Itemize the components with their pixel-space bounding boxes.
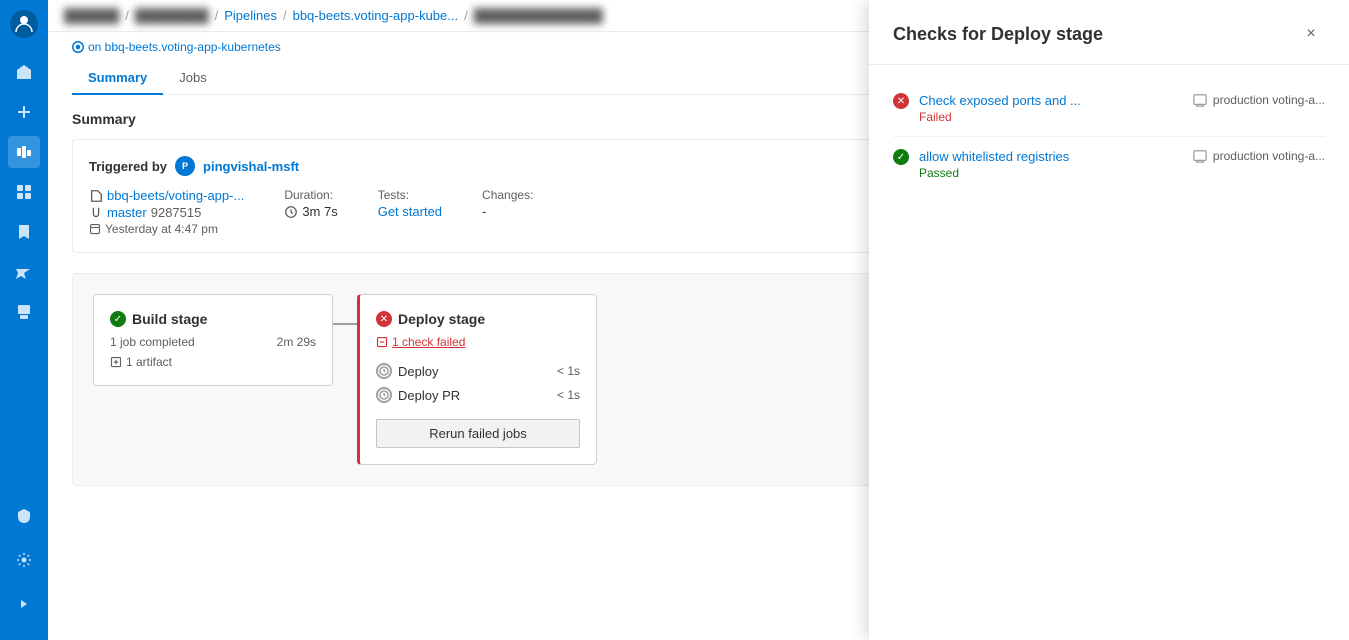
user-avatar[interactable] — [10, 10, 38, 38]
sidebar — [0, 0, 48, 640]
connector-line — [333, 323, 357, 325]
main-content: ██████ / ████████ / Pipelines / bbq-beet… — [48, 0, 1349, 640]
check1-env-icon — [1193, 93, 1207, 107]
build-stage-header: ✓ Build stage — [110, 311, 316, 327]
breadcrumb-pipeline-name[interactable]: bbq-beets.voting-app-kube... — [293, 8, 459, 23]
deploy-stage-header: ✕ Deploy stage — [376, 311, 580, 327]
tests-link[interactable]: Get started — [378, 204, 442, 219]
breadcrumb-run: ██████████████ — [474, 8, 603, 23]
deploy-job-pending-icon — [376, 363, 392, 379]
tab-summary[interactable]: Summary — [72, 62, 163, 95]
repo-meta: bbq-beets/voting-app-... master 9287515 … — [89, 188, 244, 236]
build-artifact: 1 artifact — [110, 355, 316, 369]
commit-hash: 9287515 — [151, 205, 202, 220]
panel-header: Checks for Deploy stage × — [869, 0, 1349, 65]
duration-value: 3m 7s — [302, 204, 337, 219]
check-failed-link[interactable]: 1 check failed — [376, 335, 580, 349]
breadcrumb-pipelines[interactable]: Pipelines — [224, 8, 277, 23]
breadcrumb-project: ████████ — [135, 8, 209, 23]
job-row-deploy: Deploy < 1s — [376, 359, 580, 383]
build-stage-card: ✓ Build stage 1 job completed 2m 29s 1 a… — [93, 294, 333, 386]
deploy-stage-card: ✕ Deploy stage 1 check failed — [357, 294, 597, 465]
stage-connector — [333, 294, 357, 354]
deploy-pr-job-time: < 1s — [557, 388, 580, 402]
tests-meta: Tests: Get started — [378, 188, 442, 219]
check2-env: production voting-a... — [1213, 149, 1325, 163]
panel-close-button[interactable]: × — [1297, 20, 1325, 48]
check1-name[interactable]: Check exposed ports and ... — [919, 93, 1177, 108]
sidebar-item-boards[interactable] — [8, 176, 40, 208]
build-success-icon: ✓ — [110, 311, 126, 327]
deploy-pr-job-name: Deploy PR — [398, 388, 460, 403]
build-duration: 2m 29s — [277, 335, 316, 349]
deploy-job-time: < 1s — [557, 364, 580, 378]
panel-title: Checks for Deploy stage — [893, 24, 1103, 45]
sidebar-item-settings[interactable] — [8, 544, 40, 576]
triggerer-avatar: P — [175, 156, 195, 176]
tab-jobs[interactable]: Jobs — [163, 62, 222, 95]
sidebar-item-home[interactable] — [8, 56, 40, 88]
panel-body: ✕ Check exposed ports and ... Failed pro… — [869, 65, 1349, 640]
artifact-count: 1 artifact — [126, 355, 172, 369]
deploy-stage-name: Deploy stage — [398, 311, 485, 327]
duration-meta: Duration: 3m 7s — [284, 188, 337, 219]
breadcrumb-org: ██████ — [64, 8, 119, 23]
build-jobs-completed: 1 job completed — [110, 335, 195, 349]
checks-panel: Checks for Deploy stage × ✕ Check expose… — [869, 0, 1349, 640]
changes-meta: Changes: - — [482, 188, 533, 219]
run-date: Yesterday at 4:47 pm — [105, 222, 218, 236]
check1-status: Failed — [919, 110, 1177, 124]
sidebar-item-expand[interactable] — [8, 588, 40, 620]
check-item-2: ✓ allow whitelisted registries Passed pr… — [893, 137, 1325, 192]
sidebar-item-artifacts[interactable] — [8, 296, 40, 328]
branch-link[interactable]: master — [107, 205, 147, 220]
sidebar-item-testplans[interactable] — [8, 256, 40, 288]
check2-status: Passed — [919, 166, 1177, 180]
check2-name[interactable]: allow whitelisted registries — [919, 149, 1177, 164]
job-row-deploy-pr: Deploy PR < 1s — [376, 383, 580, 407]
sidebar-item-add[interactable] — [8, 96, 40, 128]
sidebar-item-repos[interactable] — [8, 216, 40, 248]
changes-value: - — [482, 204, 486, 219]
check1-env: production voting-a... — [1213, 93, 1325, 107]
check2-success-icon: ✓ — [893, 149, 909, 165]
sidebar-item-shield[interactable] — [8, 500, 40, 532]
repo-link-meta[interactable]: bbq-beets/voting-app-... — [107, 188, 244, 203]
build-stage-stats: 1 job completed 2m 29s — [110, 335, 316, 349]
check-item-1: ✕ Check exposed ports and ... Failed pro… — [893, 81, 1325, 137]
check2-env-icon — [1193, 149, 1207, 163]
sidebar-item-pipelines[interactable] — [8, 136, 40, 168]
deploy-fail-icon: ✕ — [376, 311, 392, 327]
rerun-failed-jobs-button[interactable]: Rerun failed jobs — [376, 419, 580, 448]
deploy-job-name: Deploy — [398, 364, 438, 379]
triggerer-name[interactable]: pingvishal-msft — [203, 159, 299, 174]
build-stage-name: Build stage — [132, 311, 207, 327]
deploy-pr-pending-icon — [376, 387, 392, 403]
sidebar-logo — [8, 8, 40, 40]
check1-fail-icon: ✕ — [893, 93, 909, 109]
